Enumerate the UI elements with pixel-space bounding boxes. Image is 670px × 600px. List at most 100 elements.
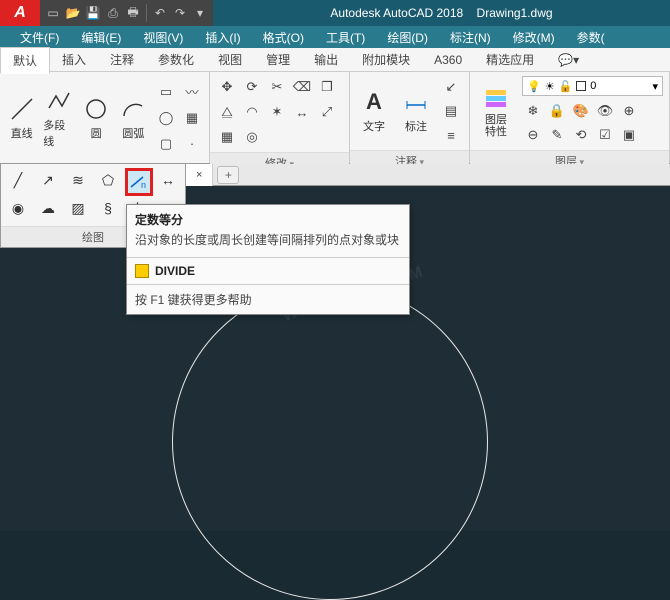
- text-icon: A: [360, 88, 388, 116]
- mtext-icon[interactable]: ≡: [440, 124, 462, 146]
- svg-text:n: n: [141, 180, 146, 190]
- line-button[interactable]: 直线: [6, 95, 37, 141]
- divide-icon[interactable]: n: [125, 168, 153, 196]
- ellipse-icon[interactable]: ◯: [155, 107, 177, 129]
- qat-undo-icon[interactable]: ↶: [151, 4, 169, 22]
- layer-tool-9-icon[interactable]: ☑: [594, 124, 616, 146]
- tab-view[interactable]: 视图: [206, 47, 254, 72]
- layer-tool-8-icon[interactable]: ⟲: [570, 124, 592, 146]
- ray-icon[interactable]: ↗: [35, 168, 61, 192]
- panel-annotate: A 文字 标注 ↙ ▤ ≡ 注释: [350, 72, 470, 163]
- region-icon[interactable]: ▢: [155, 133, 177, 155]
- polyline-button[interactable]: 多段线: [43, 87, 74, 149]
- layer-tool-5-icon[interactable]: ⊕: [618, 100, 640, 122]
- menu-draw[interactable]: 绘图(D): [377, 27, 438, 48]
- spline-icon[interactable]: 〰: [181, 81, 203, 103]
- measure-icon[interactable]: ↔: [155, 168, 181, 192]
- ribbon-tabs: 默认 插入 注释 参数化 视图 管理 输出 附加模块 A360 精选应用 💬▾: [0, 48, 670, 72]
- menu-param[interactable]: 参数(: [567, 27, 615, 48]
- app-logo[interactable]: A: [0, 0, 40, 26]
- layer-tool-2-icon[interactable]: 🔒: [546, 100, 568, 122]
- menu-file[interactable]: 文件(F): [10, 27, 69, 48]
- mirror-icon[interactable]: ⧋: [216, 101, 238, 123]
- layer-dropdown[interactable]: 💡 ☀ 🔓 0 ▾: [522, 76, 663, 96]
- qat-print-icon[interactable]: 🖶: [124, 4, 142, 22]
- tab-featured[interactable]: 精选应用: [474, 47, 546, 72]
- qat-open-icon[interactable]: 📂: [64, 4, 82, 22]
- tab-manage[interactable]: 管理: [254, 47, 302, 72]
- scale-icon[interactable]: ⤢: [316, 101, 338, 123]
- tab-default[interactable]: 默认: [0, 47, 50, 74]
- tab-addons[interactable]: 附加模块: [350, 47, 422, 72]
- tab-a360[interactable]: A360: [422, 49, 474, 71]
- arc-button[interactable]: 圆弧: [118, 95, 149, 141]
- menu-edit[interactable]: 编辑(E): [71, 27, 131, 48]
- xline-icon[interactable]: ╱: [5, 168, 31, 192]
- file-tab-active[interactable]: ×: [186, 164, 213, 186]
- layer-tool-1-icon[interactable]: ❄: [522, 100, 544, 122]
- copy-icon[interactable]: ❐: [316, 76, 338, 98]
- layer-tool-7-icon[interactable]: ✎: [546, 124, 568, 146]
- explode-icon[interactable]: ✶: [266, 101, 288, 123]
- donut-icon[interactable]: ◉: [5, 196, 31, 220]
- panel-layer: 图层 特性 💡 ☀ 🔓 0 ▾ ❄ 🔒 🎨 👁 ⊕ ⊖: [470, 72, 670, 163]
- circle-button[interactable]: 圆: [81, 95, 112, 141]
- menu-tools[interactable]: 工具(T): [316, 27, 375, 48]
- title-bar: A ▭ 📂 💾 ⎙ 🖶 ↶ ↷ ▾ Autodesk AutoCAD 2018 …: [0, 0, 670, 26]
- qat-saveas-icon[interactable]: ⎙: [104, 4, 122, 22]
- stretch-icon[interactable]: ↔: [291, 101, 313, 123]
- menu-modify[interactable]: 修改(M): [503, 27, 565, 48]
- wipeout-icon[interactable]: ▨: [65, 196, 91, 220]
- layer-tool-10-icon[interactable]: ▣: [618, 124, 640, 146]
- point-icon[interactable]: ·: [181, 133, 203, 155]
- mline-icon[interactable]: ≋: [65, 168, 91, 192]
- array-icon[interactable]: ▦: [216, 126, 238, 148]
- fillet-icon[interactable]: ◠: [241, 101, 263, 123]
- qat-redo-icon[interactable]: ↷: [171, 4, 189, 22]
- trim-icon[interactable]: ✂: [266, 76, 288, 98]
- menu-format[interactable]: 格式(O): [253, 27, 314, 48]
- erase-icon[interactable]: ⌫: [291, 76, 313, 98]
- qat-save-icon[interactable]: 💾: [84, 4, 102, 22]
- draw-small-grid: ▭ 〰 ◯ ▦ ▢ ·: [155, 81, 203, 155]
- tooltip-command: DIVIDE: [127, 258, 409, 284]
- drawn-circle: [172, 284, 488, 600]
- tab-insert[interactable]: 插入: [50, 47, 98, 72]
- tooltip-cmd-text: DIVIDE: [155, 264, 195, 278]
- hatch-icon[interactable]: ▦: [181, 107, 203, 129]
- move-icon[interactable]: ✥: [216, 76, 238, 98]
- lock-icon: 🔓: [559, 80, 573, 93]
- tab-output[interactable]: 输出: [302, 47, 350, 72]
- layer-props-button[interactable]: 图层 特性: [476, 84, 516, 138]
- menu-view[interactable]: 视图(V): [133, 27, 193, 48]
- helix-icon[interactable]: §: [95, 196, 121, 220]
- dim-button[interactable]: 标注: [398, 88, 434, 134]
- layer-tool-3-icon[interactable]: 🎨: [570, 100, 592, 122]
- menu-insert[interactable]: 插入(I): [195, 27, 250, 48]
- table-icon[interactable]: ▤: [440, 100, 462, 122]
- offset-icon[interactable]: ◎: [241, 126, 263, 148]
- line-icon: [8, 95, 36, 123]
- text-button[interactable]: A 文字: [356, 88, 392, 134]
- doc-name: Drawing1.dwg: [477, 6, 553, 20]
- qat-new-icon[interactable]: ▭: [44, 4, 62, 22]
- leader-icon[interactable]: ↙: [440, 76, 462, 98]
- tab-annotate[interactable]: 注释: [98, 47, 146, 72]
- file-tab-close-icon[interactable]: ×: [196, 169, 202, 181]
- panel-modify: ✥ ⟳ ✂ ⌫ ❐ ⧋ ◠ ✶ ↔ ⤢ ▦ ◎ 修改: [210, 72, 350, 163]
- chevron-down-icon: ▾: [652, 80, 658, 93]
- new-tab-button[interactable]: +: [217, 166, 239, 184]
- polyline-icon: [45, 87, 73, 115]
- quick-access-toolbar: ▭ 📂 💾 ⎙ 🖶 ↶ ↷ ▾: [40, 0, 213, 26]
- polygon-icon[interactable]: ⬠: [95, 168, 121, 192]
- rotate-icon[interactable]: ⟳: [241, 76, 263, 98]
- tab-param[interactable]: 参数化: [146, 47, 206, 72]
- bulb-icon: 💡: [527, 80, 541, 93]
- qat-more-icon[interactable]: ▾: [191, 4, 209, 22]
- menu-dim[interactable]: 标注(N): [440, 27, 501, 48]
- layer-tool-6-icon[interactable]: ⊖: [522, 124, 544, 146]
- revcloud-icon[interactable]: ☁: [35, 196, 61, 220]
- layer-tool-4-icon[interactable]: 👁: [594, 100, 616, 122]
- tab-extra-icon[interactable]: 💬▾: [546, 49, 591, 71]
- rect-icon[interactable]: ▭: [155, 81, 177, 103]
